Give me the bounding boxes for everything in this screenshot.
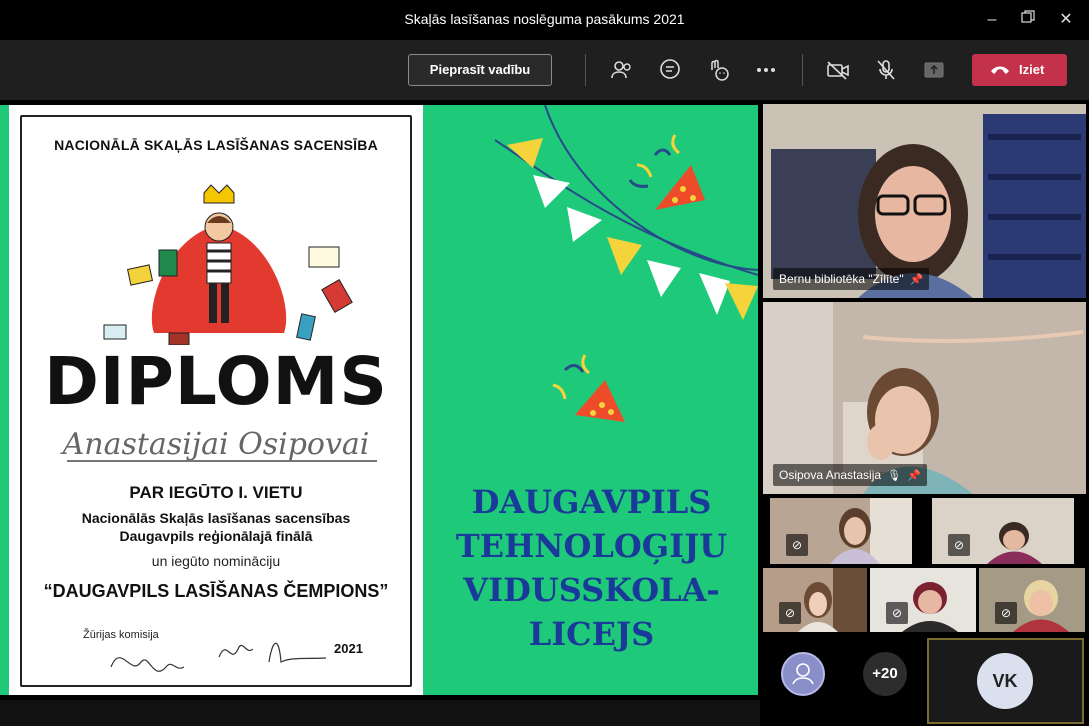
teams-meeting-window: Skaļās lasīšanas noslēguma pasākums 2021… [0, 0, 1089, 726]
school-line: DAUGAVPILS [471, 483, 712, 521]
self-avatar: VK [977, 653, 1033, 709]
mic-toggle-button[interactable] [874, 58, 898, 82]
mic-off-icon: 🎙 [887, 470, 902, 482]
overflow-participants-button[interactable]: +20 [863, 652, 907, 696]
camera-toggle-button[interactable] [826, 58, 850, 82]
diploma-image: NACIONĀLĀ SKAĻĀS LASĪŠANAS SACENSĪBA DIP… [9, 105, 423, 695]
participants-gallery: Bernu bibliotēka "Zīlīte" 📌 Osipova Anast… [760, 100, 1089, 726]
mic-off-icon: ⊘ [786, 534, 808, 556]
book-icon [126, 264, 154, 286]
self-view-tile[interactable]: VK [927, 638, 1084, 724]
book-icon [296, 313, 316, 341]
video-tile[interactable]: ⊘ [932, 498, 1074, 564]
raise-hand-icon [711, 59, 729, 81]
diploma-line-2: Daugavpils reģionālajā finālā [119, 528, 313, 544]
share-icon [924, 62, 944, 78]
video-tile[interactable]: ⊘ [870, 568, 976, 632]
pin-icon: 📌 [909, 274, 924, 286]
party-popper-icon [628, 134, 705, 210]
school-line: VIDUSSKOLA- [463, 571, 720, 609]
title-bar: Skaļās lasīšanas noslēguma pasākums 2021… [0, 0, 1089, 40]
pin-icon: 📌 [907, 470, 921, 482]
signatures-image [110, 642, 327, 672]
participant-name-label: Bernu bibliotēka "Zīlīte" 📌 [773, 268, 930, 290]
chat-button[interactable] [658, 58, 682, 82]
more-actions-button[interactable] [754, 58, 778, 82]
mic-off-icon: ⊘ [948, 534, 970, 556]
request-control-button[interactable]: Pieprasīt vadību [408, 54, 552, 86]
nomination-title: “DAUGAVPILS LASĪŠANAS ČEMPIONS” [43, 581, 389, 601]
leave-button[interactable]: Iziet [972, 54, 1067, 86]
bunting-decoration [494, 105, 758, 320]
gallery-bottom-row: +20 VK [760, 632, 1089, 726]
competition-title: NACIONĀLĀ SKAĻĀS LASĪŠANAS SACENSĪBA [54, 137, 378, 153]
video-tile[interactable]: ⊘ [770, 498, 912, 564]
book-icon [158, 249, 178, 277]
leave-label: Iziet [1019, 62, 1045, 77]
participant-name: Bernu bibliotēka "Zīlīte" [779, 272, 904, 286]
window-title: Skaļās lasīšanas noslēguma pasākums 2021 [404, 11, 685, 27]
toolbar-divider [802, 54, 803, 86]
name-underline [67, 460, 377, 462]
shared-content-stage: NACIONĀLĀ SKAĻĀS LASĪŠANAS SACENSĪBA DIP… [0, 100, 760, 700]
recipient-name: Anastasijai Osipovai [62, 427, 370, 462]
diploma-year: 2021 [334, 641, 363, 656]
person-icon [792, 663, 814, 685]
chat-icon [660, 59, 680, 79]
school-line: TEHNOLOĢIJU [455, 527, 728, 565]
mic-off-icon [877, 60, 895, 80]
video-tile[interactable]: ⊘ [763, 568, 867, 632]
award-text: PAR IEGŪTO I. VIETU [129, 483, 303, 502]
mic-off-icon: ⊘ [995, 602, 1017, 624]
reactions-button[interactable] [706, 58, 730, 82]
close-window-button[interactable]: ✕ [1054, 8, 1078, 32]
school-name: DAUGAVPILS TEHNOLOĢIJU VIDUSSKOLA- LICEJ… [425, 480, 758, 656]
reading-hero-illustration [103, 184, 353, 345]
toolbar-divider [585, 54, 586, 86]
participant-name-label: Osipova Anastasija 🎙 📌 [773, 464, 927, 486]
restore-icon [1021, 10, 1035, 23]
meeting-toolbar: Pieprasīt vadību Iziet [0, 40, 1089, 100]
book-icon [321, 279, 353, 313]
crown-icon [203, 184, 235, 204]
mic-off-icon: ⊘ [886, 602, 908, 624]
book-icon [308, 246, 340, 268]
participant-name: Osipova Anastasija [779, 468, 882, 482]
school-line: LICEJS [528, 615, 655, 653]
minimize-button[interactable]: – [980, 8, 1004, 32]
presentation-slide: NACIONĀLĀ SKAĻĀS LASĪŠANAS SACENSĪBA DIP… [0, 105, 758, 695]
diploma-line-1: Nacionālās Skaļās lasīšanas sacensības [81, 510, 351, 526]
people-icon [611, 61, 631, 79]
maximize-button[interactable] [1016, 8, 1040, 32]
book-icon [103, 324, 127, 340]
participant-avatar[interactable] [781, 652, 825, 696]
video-tile-pinned-student[interactable]: Osipova Anastasija 🎙 📌 [763, 302, 1086, 494]
bottom-strip [0, 700, 760, 726]
diploma-heading: DIPLOMS [44, 343, 388, 420]
hang-up-icon [991, 66, 1009, 74]
party-popper-icon [552, 354, 625, 422]
diploma-line-3: un iegūto nomināciju [151, 553, 281, 569]
video-tile[interactable]: ⊘ [979, 568, 1085, 632]
video-tile-pinned-library[interactable]: Bernu bibliotēka "Zīlīte" 📌 [763, 104, 1086, 298]
more-icon [757, 68, 775, 72]
mic-off-icon: ⊘ [779, 602, 801, 624]
participants-button[interactable] [610, 58, 634, 82]
share-tray-button[interactable] [922, 58, 946, 82]
camera-off-icon [827, 61, 849, 80]
